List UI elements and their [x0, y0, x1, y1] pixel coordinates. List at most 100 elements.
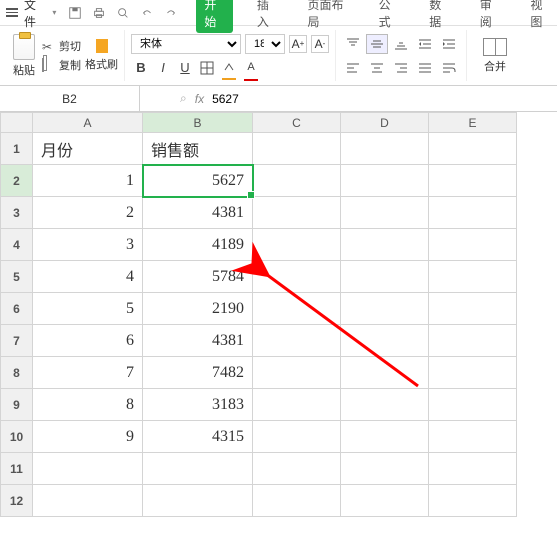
copy-button[interactable]: 复制 — [42, 57, 81, 73]
fx-icon[interactable]: fx — [195, 92, 204, 106]
cell[interactable] — [429, 165, 517, 197]
format-painter-button[interactable]: 格式刷 — [85, 39, 118, 72]
cell-A8[interactable]: 7 — [33, 357, 143, 389]
cell-B8[interactable]: 7482 — [143, 357, 253, 389]
cell-A4[interactable]: 3 — [33, 229, 143, 261]
cell[interactable] — [341, 229, 429, 261]
cut-button[interactable]: 剪切 — [42, 38, 81, 54]
tab-review[interactable]: 审阅 — [474, 0, 507, 34]
row-header[interactable]: 7 — [1, 325, 33, 357]
cell-B1[interactable]: 销售额 — [143, 133, 253, 165]
row-header[interactable]: 9 — [1, 389, 33, 421]
cell[interactable] — [253, 485, 341, 517]
cell[interactable] — [429, 325, 517, 357]
cell-B2[interactable]: 5627 — [143, 165, 253, 197]
cell[interactable] — [429, 133, 517, 165]
cell[interactable] — [341, 197, 429, 229]
row-header[interactable]: 1 — [1, 133, 33, 165]
bold-button[interactable]: B — [131, 58, 151, 78]
paste-button[interactable]: 粘贴 — [6, 34, 42, 78]
row-header[interactable]: 12 — [1, 485, 33, 517]
align-left-button[interactable] — [342, 58, 364, 78]
cell[interactable] — [341, 261, 429, 293]
cell[interactable] — [33, 453, 143, 485]
col-header-B[interactable]: B — [143, 113, 253, 133]
tab-data[interactable]: 数据 — [423, 0, 456, 34]
col-header-D[interactable]: D — [341, 113, 429, 133]
cell[interactable] — [253, 453, 341, 485]
cell[interactable] — [429, 293, 517, 325]
select-all-corner[interactable] — [1, 113, 33, 133]
cell-A2[interactable]: 1 — [33, 165, 143, 197]
align-top-button[interactable] — [342, 34, 364, 54]
cell[interactable] — [253, 197, 341, 229]
cell[interactable] — [253, 325, 341, 357]
cell-B5[interactable]: 5784 — [143, 261, 253, 293]
row-header[interactable]: 10 — [1, 421, 33, 453]
row-header[interactable]: 4 — [1, 229, 33, 261]
cell[interactable] — [143, 453, 253, 485]
save-icon[interactable] — [68, 6, 82, 20]
font-color-button[interactable]: A — [241, 58, 261, 78]
menu-icon[interactable] — [6, 8, 18, 17]
cell[interactable] — [253, 389, 341, 421]
align-bottom-button[interactable] — [390, 34, 412, 54]
cell[interactable] — [429, 421, 517, 453]
merge-cells-button[interactable]: 合并 — [473, 30, 517, 81]
grid[interactable]: A B C D E 1 月份 销售额 2 1 5627 3 2 4381 4 3… — [0, 112, 517, 517]
cell[interactable] — [341, 357, 429, 389]
cell[interactable] — [341, 421, 429, 453]
cell-A9[interactable]: 8 — [33, 389, 143, 421]
cell[interactable] — [429, 197, 517, 229]
cell-A3[interactable]: 2 — [33, 197, 143, 229]
cell-A1[interactable]: 月份 — [33, 133, 143, 165]
align-right-button[interactable] — [390, 58, 412, 78]
row-header[interactable]: 3 — [1, 197, 33, 229]
redo-icon[interactable] — [164, 6, 178, 20]
cell-B4[interactable]: 4189 — [143, 229, 253, 261]
cell[interactable] — [253, 133, 341, 165]
col-header-A[interactable]: A — [33, 113, 143, 133]
cell[interactable] — [253, 261, 341, 293]
cell[interactable] — [341, 389, 429, 421]
cell[interactable] — [429, 357, 517, 389]
print-icon[interactable] — [92, 6, 106, 20]
cell[interactable] — [341, 165, 429, 197]
cell-A10[interactable]: 9 — [33, 421, 143, 453]
cell[interactable] — [341, 133, 429, 165]
cell[interactable] — [341, 453, 429, 485]
cell[interactable] — [429, 453, 517, 485]
cell[interactable] — [253, 165, 341, 197]
cell[interactable] — [33, 485, 143, 517]
cell[interactable] — [429, 389, 517, 421]
name-box[interactable]: B2 — [0, 86, 140, 111]
tab-page-layout[interactable]: 页面布局 — [301, 0, 354, 34]
cell[interactable] — [253, 293, 341, 325]
search-icon[interactable]: ⌕ — [180, 91, 187, 106]
row-header[interactable]: 2 — [1, 165, 33, 197]
indent-decrease-button[interactable] — [414, 34, 436, 54]
decrease-font-button[interactable]: A- — [311, 35, 329, 53]
tab-insert[interactable]: 插入 — [251, 0, 284, 34]
cell-B9[interactable]: 3183 — [143, 389, 253, 421]
cell[interactable] — [253, 229, 341, 261]
row-header[interactable]: 5 — [1, 261, 33, 293]
row-header[interactable]: 8 — [1, 357, 33, 389]
align-center-button[interactable] — [366, 58, 388, 78]
cell[interactable] — [341, 485, 429, 517]
col-header-C[interactable]: C — [253, 113, 341, 133]
cell[interactable] — [253, 421, 341, 453]
indent-increase-button[interactable] — [438, 34, 460, 54]
fill-color-button[interactable] — [219, 58, 239, 78]
cell-B10[interactable]: 4315 — [143, 421, 253, 453]
cell[interactable] — [341, 325, 429, 357]
justify-button[interactable] — [414, 58, 436, 78]
cell[interactable] — [429, 261, 517, 293]
cell-A7[interactable]: 6 — [33, 325, 143, 357]
cell[interactable] — [429, 229, 517, 261]
cell[interactable] — [429, 485, 517, 517]
undo-icon[interactable] — [140, 6, 154, 20]
font-size-select[interactable]: 18 — [245, 34, 285, 54]
wrap-text-button[interactable] — [438, 58, 460, 78]
font-name-select[interactable]: 宋体 — [131, 34, 241, 54]
